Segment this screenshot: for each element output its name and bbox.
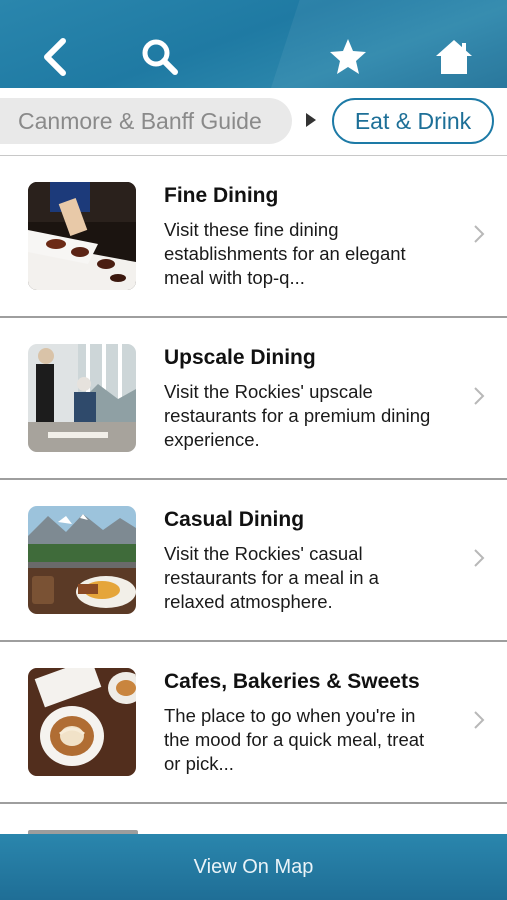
view-on-map-button[interactable]: View On Map bbox=[0, 834, 507, 900]
list-item-casual-dining[interactable]: Casual Dining Visit the Rockies' casual … bbox=[0, 480, 507, 642]
breadcrumb-current[interactable]: Eat & Drink bbox=[332, 98, 494, 144]
search-icon bbox=[142, 39, 178, 75]
list-item-title: Upscale Dining bbox=[164, 346, 316, 369]
star-icon bbox=[330, 39, 366, 74]
list-item-title: Cafes, Bakeries & Sweets bbox=[164, 670, 420, 693]
list-item-description: Visit these fine dining establishments f… bbox=[164, 219, 406, 288]
chevron-right-icon bbox=[474, 711, 485, 729]
list-item-cafes-bakeries-sweets[interactable]: Cafes, Bakeries & Sweets The place to go… bbox=[0, 642, 507, 804]
search-button[interactable] bbox=[131, 28, 189, 86]
chevron-right-icon bbox=[474, 549, 485, 567]
upscale-dining-thumbnail bbox=[28, 344, 136, 452]
list-item-title: Casual Dining bbox=[164, 508, 305, 531]
list-item-fine-dining[interactable]: Fine Dining Visit these fine dining esta… bbox=[0, 156, 507, 318]
casual-dining-thumbnail bbox=[28, 506, 136, 614]
breadcrumb-parent[interactable]: Canmore & Banff Guide bbox=[0, 98, 292, 144]
favorites-button[interactable] bbox=[319, 28, 377, 86]
breadcrumb-separator-icon bbox=[306, 113, 316, 127]
home-icon bbox=[436, 40, 472, 74]
chevron-right-icon bbox=[474, 387, 485, 405]
fine-dining-thumbnail bbox=[28, 182, 136, 290]
back-arrow-icon bbox=[44, 38, 66, 76]
home-button[interactable] bbox=[425, 28, 483, 86]
list-item-description: Visit the Rockies' casual restaurants fo… bbox=[164, 543, 379, 612]
chevron-right-icon bbox=[474, 225, 485, 243]
top-navigation-bar bbox=[0, 0, 507, 88]
cafes-thumbnail bbox=[28, 668, 136, 776]
list-item-description: Visit the Rockies' upscale restaurants f… bbox=[164, 381, 431, 450]
back-button[interactable] bbox=[25, 28, 83, 86]
list-item-description: The place to go when you're in the mood … bbox=[164, 705, 425, 774]
list-item-upscale-dining[interactable]: Upscale Dining Visit the Rockies' upscal… bbox=[0, 318, 507, 480]
category-list: Fine Dining Visit these fine dining esta… bbox=[0, 156, 507, 804]
list-item-title: Fine Dining bbox=[164, 184, 279, 207]
breadcrumb: Canmore & Banff Guide Eat & Drink bbox=[0, 88, 507, 156]
